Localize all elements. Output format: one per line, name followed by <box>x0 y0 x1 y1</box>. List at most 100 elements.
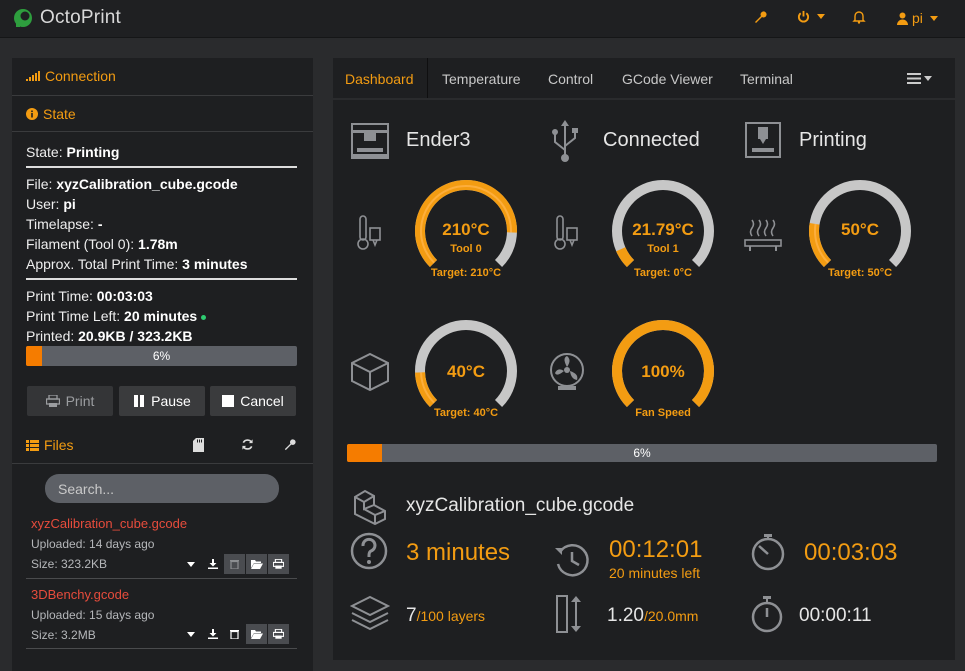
load-button[interactable] <box>246 554 267 574</box>
fan-speed-gauge: 100% Fan Speed <box>610 318 716 424</box>
gauge-label: Tool 0 <box>450 243 482 255</box>
layer-progress: 7/100 layers <box>406 605 485 627</box>
wrench-icon <box>284 439 296 451</box>
file-actions <box>180 554 289 574</box>
connection-status: Connected <box>603 129 700 151</box>
height-progress: 1.20/20.0mm <box>607 605 698 627</box>
print-status: Printing <box>799 129 867 151</box>
sd-card-icon <box>193 438 204 452</box>
tab-gcode-viewer[interactable]: GCode Viewer <box>622 71 713 87</box>
delete-button[interactable] <box>224 554 245 574</box>
state-title: State <box>43 106 76 122</box>
refresh-files-button[interactable] <box>241 438 254 454</box>
divider <box>12 95 313 96</box>
file-uploaded: Uploaded: 14 days ago <box>31 537 155 551</box>
progress-label: 6% <box>152 349 171 363</box>
file-search-input[interactable] <box>45 474 279 503</box>
bed-temp-gauge: 50°C Target: 50°C <box>807 178 913 284</box>
usb-icon <box>552 120 578 162</box>
file-row: File: xyzCalibration_cube.gcode <box>26 176 238 192</box>
divider <box>12 463 313 464</box>
status-dot-icon <box>201 314 207 320</box>
gauge-label: Fan Speed <box>635 407 691 419</box>
print-time: 00:03:03 <box>804 539 898 566</box>
load-and-print-button[interactable] <box>268 624 289 644</box>
timer-icon <box>751 596 783 633</box>
tab-dashboard[interactable]: Dashboard <box>345 71 414 87</box>
tab-temperature[interactable]: Temperature <box>442 71 521 87</box>
connection-header[interactable]: Connection <box>26 68 116 84</box>
download-button[interactable] <box>202 624 223 644</box>
print-time-row: Print Time: 00:03:03 <box>26 288 153 304</box>
file-name-link[interactable]: xyzCalibration_cube.gcode <box>31 516 187 531</box>
list-icon <box>26 439 39 451</box>
file-settings-button[interactable] <box>283 438 296 454</box>
download-icon <box>207 559 218 569</box>
state-header[interactable]: State <box>26 106 76 122</box>
gauge-value: 210°C <box>442 220 490 239</box>
tab-terminal[interactable]: Terminal <box>740 71 793 87</box>
tool0-temp-gauge: 210°C Tool 0 Target: 210°C <box>413 178 519 284</box>
cancel-button[interactable]: Cancel <box>210 386 296 416</box>
load-button[interactable] <box>246 624 267 644</box>
total-print-time-row: Approx. Total Print Time: 3 minutes <box>26 256 248 272</box>
height-icon <box>556 595 581 633</box>
file-name-link[interactable]: 3DBenchy.gcode <box>31 587 129 602</box>
settings-wrench-button[interactable] <box>753 10 767 24</box>
download-button[interactable] <box>202 554 223 574</box>
state-row: State: Printing <box>26 144 120 160</box>
gauge-label: Tool 1 <box>647 243 679 255</box>
total-height: /20.0mm <box>643 608 699 624</box>
files-title: Files <box>44 437 74 453</box>
time-left-label: 20 minutes left <box>609 565 701 581</box>
more-tabs-button[interactable] <box>907 73 932 84</box>
chevron-down-icon <box>186 561 195 567</box>
folder-open-icon <box>250 560 263 569</box>
octoprint-logo-icon <box>14 9 32 27</box>
gauge-value: 100% <box>641 362 685 381</box>
file-uploaded: Uploaded: 15 days ago <box>31 608 155 622</box>
delete-button[interactable] <box>224 624 245 644</box>
folder-open-icon <box>250 630 263 639</box>
chevron-down-icon <box>929 15 938 21</box>
estimated-time: 3 minutes <box>406 539 511 566</box>
pause-button[interactable]: Pause <box>119 386 205 416</box>
print-button[interactable]: Print <box>27 386 113 416</box>
gauge-value: 40°C <box>447 362 485 381</box>
files-header[interactable]: Files <box>26 437 74 453</box>
navbar: OctoPrint pi <box>0 0 965 38</box>
gauge-target: Target: 40°C <box>433 407 499 419</box>
dashboard-progress-bar: 6% <box>347 444 937 462</box>
tab-control[interactable]: Control <box>548 71 593 87</box>
divider <box>427 58 428 98</box>
bell-icon <box>852 11 866 24</box>
download-icon <box>207 629 218 639</box>
gauge-target: Target: 210°C <box>430 267 502 279</box>
brand[interactable]: OctoPrint <box>12 7 121 29</box>
refresh-icon <box>242 439 253 450</box>
gauge-value: 21.79°C <box>632 220 694 239</box>
history-icon <box>555 544 589 577</box>
printer-name: Ender3 <box>406 129 471 151</box>
system-menu-button[interactable] <box>797 10 825 23</box>
user-name: pi <box>912 10 923 26</box>
expand-file-button[interactable] <box>180 624 201 644</box>
load-and-print-button[interactable] <box>268 554 289 574</box>
notifications-button[interactable] <box>852 10 866 24</box>
sd-card-button[interactable] <box>193 438 204 455</box>
divider <box>26 166 297 168</box>
file-object-icon <box>354 489 386 525</box>
chevron-down-icon <box>817 14 825 19</box>
printed-row: Printed: 20.9KB / 323.2KB <box>26 328 193 344</box>
hotend-thermometer-icon <box>554 215 578 250</box>
user-menu-button[interactable]: pi <box>897 10 938 26</box>
divider <box>26 648 297 649</box>
chevron-down-icon <box>924 76 932 81</box>
hotend-thermometer-icon <box>357 215 381 250</box>
power-icon <box>797 10 810 23</box>
expand-file-button[interactable] <box>180 554 201 574</box>
fan-icon <box>550 353 584 390</box>
divider <box>26 578 297 579</box>
divider <box>12 131 313 132</box>
heated-bed-icon <box>744 219 782 251</box>
